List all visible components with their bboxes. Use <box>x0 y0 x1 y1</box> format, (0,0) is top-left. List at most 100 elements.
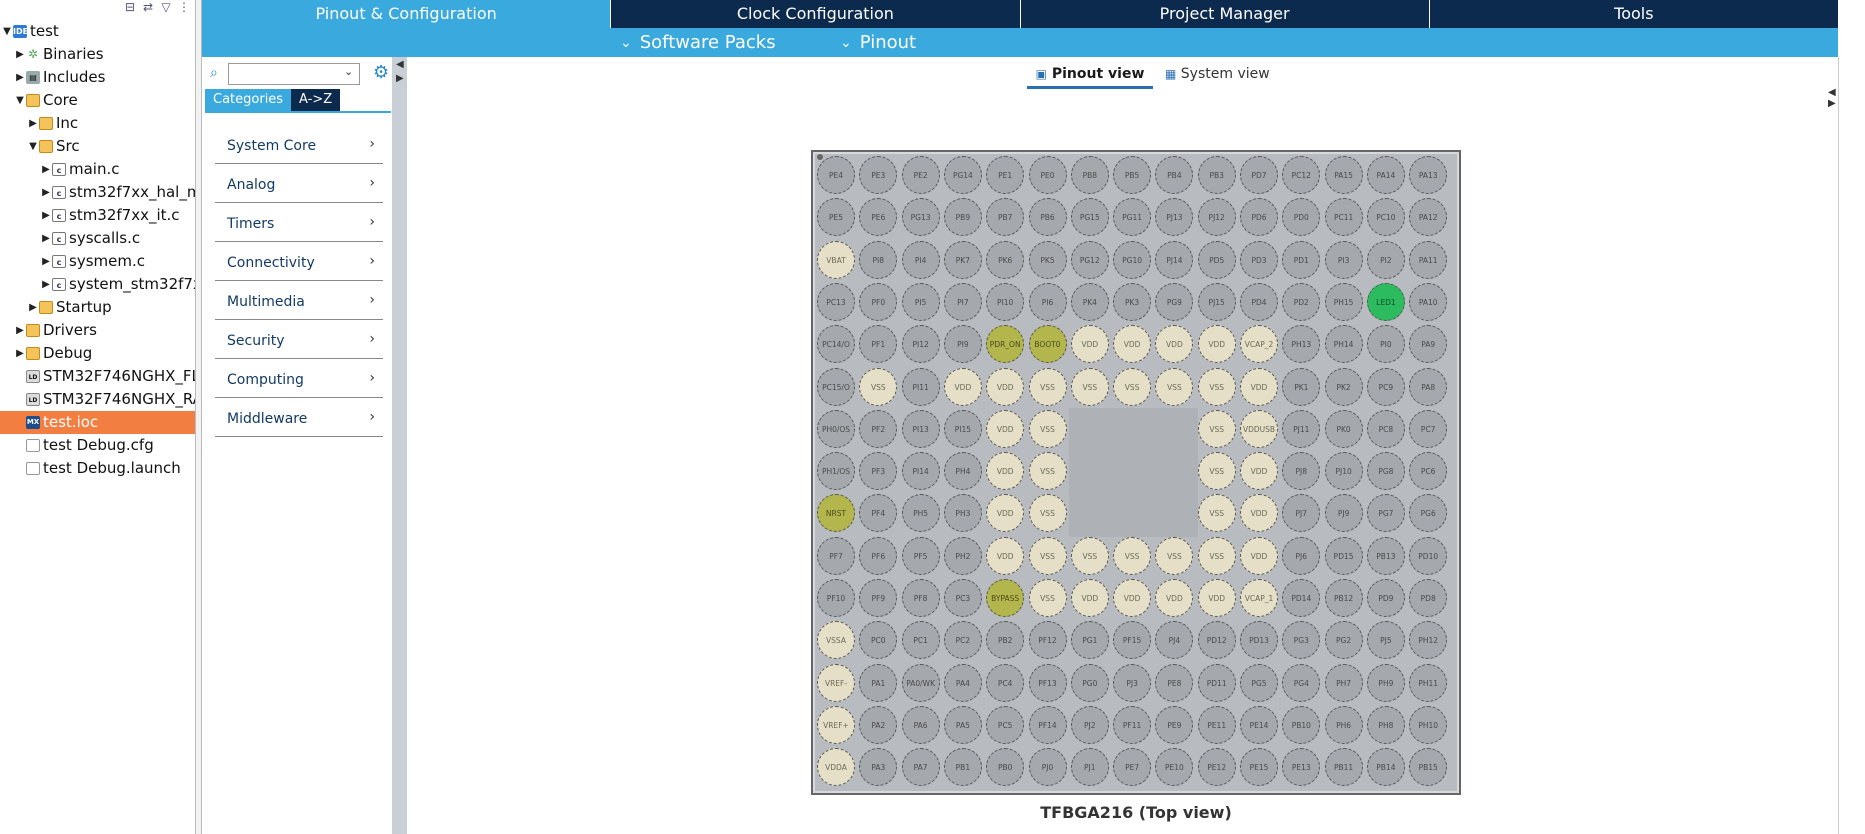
search-input[interactable] <box>228 63 360 85</box>
pin-pi10[interactable]: PI10 <box>986 282 1025 321</box>
pin-vdd[interactable]: VDD <box>1240 452 1278 491</box>
pin-pi0[interactable]: PI0 <box>1366 325 1405 364</box>
pin-pf4[interactable]: PF4 <box>859 494 898 533</box>
expand-right-icon[interactable]: ▶ <box>1828 98 1838 109</box>
pin-vref-[interactable]: VREF+ <box>817 705 855 744</box>
pin-vss[interactable]: VSS <box>1028 579 1067 617</box>
pin-pa4[interactable]: PA4 <box>943 663 982 702</box>
pin-vdd[interactable]: VDD <box>1155 579 1194 617</box>
pin-pb8[interactable]: PB8 <box>1070 156 1109 194</box>
collapse-all-icon[interactable]: ⊟ <box>123 0 137 14</box>
category-connectivity[interactable]: Connectivity › <box>215 242 383 281</box>
pin-pf10[interactable]: PF10 <box>817 579 855 617</box>
pin-pe7[interactable]: PE7 <box>1113 748 1152 787</box>
pin-vss[interactable]: VSS <box>1197 409 1236 448</box>
tree-item[interactable]: ▼ Src <box>0 135 195 158</box>
software-packs-menu[interactable]: ⌄ Software Packs <box>620 28 776 57</box>
explorer-sash[interactable] <box>195 0 202 834</box>
pin-pi7[interactable]: PI7 <box>943 282 982 321</box>
expand-arrow-icon[interactable]: ▼ <box>28 135 38 158</box>
pin-pc14-o[interactable]: PC14/O <box>817 325 855 364</box>
pin-pg9[interactable]: PG9 <box>1155 282 1194 321</box>
pin-pk5[interactable]: PK5 <box>1028 240 1067 279</box>
pin-vssa[interactable]: VSSA <box>817 621 855 660</box>
pin-pf6[interactable]: PF6 <box>859 536 898 575</box>
tree-item[interactable]: MX test.ioc <box>0 411 195 434</box>
pin-nrst[interactable]: NRST <box>817 494 855 533</box>
tree-item[interactable]: ▶ c stm32f7xx_hal_m <box>0 181 195 204</box>
pin-pi9[interactable]: PI9 <box>943 325 982 364</box>
pin-pb10[interactable]: PB10 <box>1282 705 1321 744</box>
pin-pa12[interactable]: PA12 <box>1409 198 1448 237</box>
pin-pk6[interactable]: PK6 <box>986 240 1025 279</box>
pin-vss[interactable]: VSS <box>859 367 898 406</box>
pin-pd6[interactable]: PD6 <box>1240 198 1278 237</box>
pin-pj0[interactable]: PJ0 <box>1028 748 1067 787</box>
pin-pc1[interactable]: PC1 <box>901 621 940 660</box>
pin-pa6[interactable]: PA6 <box>901 705 940 744</box>
pin-pb1[interactable]: PB1 <box>943 748 982 787</box>
pin-vcap-1[interactable]: VCAP_1 <box>1240 579 1278 617</box>
pin-ph8[interactable]: PH8 <box>1366 705 1405 744</box>
tab-pinout-configuration[interactable]: Pinout & Configuration <box>202 0 612 28</box>
pin-pa11[interactable]: PA11 <box>1409 240 1448 279</box>
pin-vref-[interactable]: VREF- <box>817 663 855 702</box>
pin-pa1[interactable]: PA1 <box>859 663 898 702</box>
collapse-arrow-icon[interactable]: ▶ <box>41 158 51 181</box>
pin-pc13[interactable]: PC13 <box>817 282 855 321</box>
pin-pc9[interactable]: PC9 <box>1366 367 1405 406</box>
pin-pg15[interactable]: PG15 <box>1070 198 1109 237</box>
pin-pd2[interactable]: PD2 <box>1282 282 1321 321</box>
pin-pi13[interactable]: PI13 <box>901 409 940 448</box>
pin-pd13[interactable]: PD13 <box>1240 621 1278 660</box>
pin-pb6[interactable]: PB6 <box>1028 198 1067 237</box>
pin-pc3[interactable]: PC3 <box>943 579 982 617</box>
pin-pi2[interactable]: PI2 <box>1366 240 1405 279</box>
pin-pi12[interactable]: PI12 <box>901 325 940 364</box>
pin-pj9[interactable]: PJ9 <box>1324 494 1363 533</box>
pin-pe4[interactable]: PE4 <box>817 156 855 194</box>
pin-led1[interactable]: LED1 <box>1366 282 1405 321</box>
pin-pb13[interactable]: PB13 <box>1366 536 1405 575</box>
pin-pg8[interactable]: PG8 <box>1366 452 1405 491</box>
pin-pf2[interactable]: PF2 <box>859 409 898 448</box>
pin-pa9[interactable]: PA9 <box>1409 325 1448 364</box>
category-multimedia[interactable]: Multimedia › <box>215 281 383 320</box>
pin-pj1[interactable]: PJ1 <box>1070 748 1109 787</box>
pin-vdd[interactable]: VDD <box>1197 579 1236 617</box>
pin-pf11[interactable]: PF11 <box>1113 705 1152 744</box>
pin-pg3[interactable]: PG3 <box>1282 621 1321 660</box>
pin-vss[interactable]: VSS <box>1113 536 1152 575</box>
pin-pj3[interactable]: PJ3 <box>1113 663 1152 702</box>
pin-pd11[interactable]: PD11 <box>1197 663 1236 702</box>
pin-pb9[interactable]: PB9 <box>943 198 982 237</box>
tree-item[interactable]: ▼ IDE test <box>0 20 195 43</box>
pinout-menu[interactable]: ⌄ Pinout <box>840 28 916 57</box>
pin-pj15[interactable]: PJ15 <box>1197 282 1236 321</box>
category-middleware[interactable]: Middleware › <box>215 398 383 437</box>
pin-pi8[interactable]: PI8 <box>859 240 898 279</box>
pin-ph15[interactable]: PH15 <box>1324 282 1363 321</box>
pin-pj11[interactable]: PJ11 <box>1282 409 1321 448</box>
tree-item[interactable]: ▶ c main.c <box>0 158 195 181</box>
pin-pj4[interactable]: PJ4 <box>1155 621 1194 660</box>
pin-pj6[interactable]: PJ6 <box>1282 536 1321 575</box>
pin-vdd[interactable]: VDD <box>986 452 1025 491</box>
gear-icon[interactable]: ⚙ <box>373 62 389 83</box>
pin-pg12[interactable]: PG12 <box>1070 240 1109 279</box>
collapse-arrow-icon[interactable]: ▶ <box>41 250 51 273</box>
pin-vdd[interactable]: VDD <box>1070 579 1109 617</box>
tree-item[interactable]: test Debug.launch <box>0 457 195 480</box>
pin-ph0-os[interactable]: PH0/OS <box>817 409 855 448</box>
pin-pi4[interactable]: PI4 <box>901 240 940 279</box>
pin-vss[interactable]: VSS <box>1155 536 1194 575</box>
pin-vdd[interactable]: VDD <box>986 367 1025 406</box>
pin-pdr-on[interactable]: PDR_ON <box>986 325 1025 364</box>
chevron-down-icon[interactable]: ⌄ <box>344 65 353 78</box>
pin-vdd[interactable]: VDD <box>1240 536 1278 575</box>
pin-pg11[interactable]: PG11 <box>1113 198 1152 237</box>
collapse-arrow-icon[interactable]: ▶ <box>41 181 51 204</box>
pin-ph2[interactable]: PH2 <box>943 536 982 575</box>
pin-pb15[interactable]: PB15 <box>1409 748 1448 787</box>
pin-vss[interactable]: VSS <box>1028 452 1067 491</box>
